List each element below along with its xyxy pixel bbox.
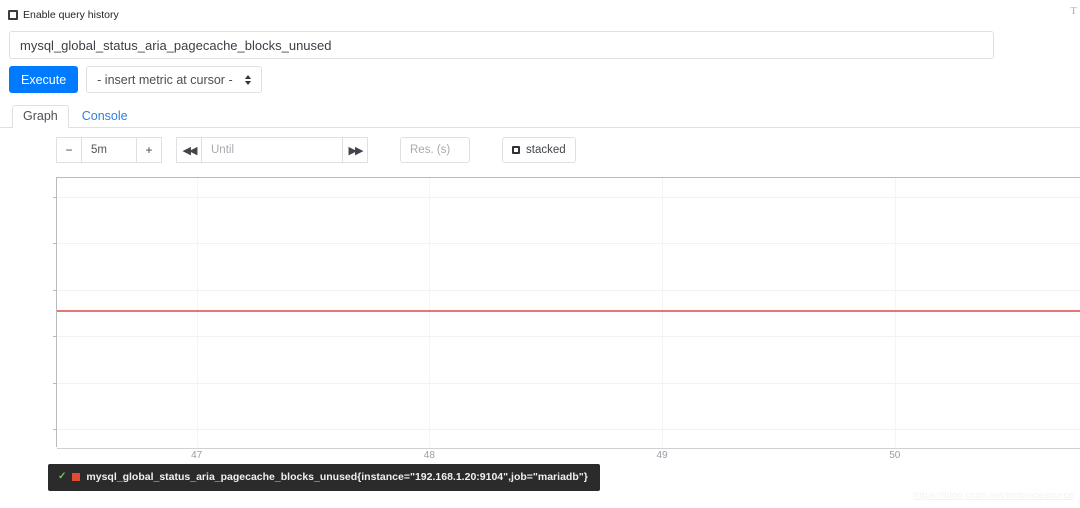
- x-tick-label: 48: [423, 450, 435, 461]
- y-gridline: [57, 382, 1080, 384]
- y-gridline: [57, 196, 1080, 198]
- range-input[interactable]: [82, 137, 136, 163]
- insert-metric-select[interactable]: - insert metric at cursor -: [86, 66, 262, 93]
- corner-mark: T: [1070, 5, 1077, 17]
- chevron-updown-icon: [244, 74, 251, 85]
- x-gridline: [196, 178, 198, 447]
- step-backward-button[interactable]: ◀◀: [176, 137, 202, 163]
- controls-spacer-3: [470, 137, 502, 163]
- stacked-label: stacked: [526, 144, 566, 156]
- double-right-arrow-icon: ▶▶: [348, 144, 364, 157]
- legend-check-icon: ✓: [58, 471, 67, 482]
- double-left-arrow-icon: ◀◀: [182, 144, 198, 157]
- execute-row: Execute - insert metric at cursor -: [9, 66, 262, 93]
- step-forward-button[interactable]: ▶▶: [342, 137, 368, 163]
- y-tick-mark: [53, 196, 57, 198]
- range-group: − +: [56, 137, 162, 163]
- resolution-input[interactable]: [400, 137, 470, 163]
- stacked-toggle[interactable]: stacked: [502, 137, 576, 163]
- execute-button[interactable]: Execute: [9, 66, 79, 93]
- y-gridline: [57, 336, 1080, 338]
- y-gridline: [57, 429, 1080, 431]
- y-tick-mark: [53, 336, 57, 338]
- y-gridline: [57, 243, 1080, 245]
- view-tabs: Graph Console: [0, 104, 1080, 128]
- query-expression-input[interactable]: [9, 31, 994, 59]
- enable-query-history-row[interactable]: Enable query history: [8, 9, 119, 21]
- x-gridline: [894, 178, 896, 447]
- until-input[interactable]: [202, 137, 342, 163]
- x-gridline: [662, 178, 664, 447]
- y-tick-mark: [53, 382, 57, 384]
- series-line: [57, 310, 1080, 313]
- y-tick-mark: [53, 289, 57, 291]
- x-axis-line: [57, 448, 1080, 449]
- prometheus-graph-page: T Enable query history Execute - insert …: [0, 0, 1080, 508]
- watermark: https://blog.csdn.net/embracesource: [913, 490, 1074, 501]
- legend-series-label: mysql_global_status_aria_pagecache_block…: [86, 471, 588, 483]
- y-tick-mark: [53, 429, 57, 431]
- time-group: ◀◀ ▶▶: [176, 137, 368, 163]
- graph-chart: 17k16.5k16k15.5k15k14.5k47484950: [0, 172, 1080, 461]
- x-tick-label: 50: [889, 450, 901, 461]
- x-tick-label: 47: [191, 450, 203, 461]
- enable-query-history-label: Enable query history: [23, 9, 119, 21]
- increase-range-button[interactable]: +: [136, 137, 162, 163]
- insert-metric-select-label: - insert metric at cursor -: [97, 72, 233, 87]
- legend-color-swatch: [72, 473, 81, 481]
- x-tick-label: 49: [656, 450, 668, 461]
- decrease-range-button[interactable]: −: [56, 137, 82, 163]
- chart-legend[interactable]: ✓ mysql_global_status_aria_pagecache_blo…: [48, 464, 600, 491]
- plot-area[interactable]: 17k16.5k16k15.5k15k14.5k47484950: [53, 177, 1080, 461]
- y-tick-mark: [53, 243, 57, 245]
- tab-console[interactable]: Console: [71, 105, 139, 128]
- stacked-checkbox[interactable]: [512, 146, 520, 154]
- graph-controls: − + ◀◀ ▶▶ stacked: [56, 137, 576, 163]
- x-gridline: [429, 178, 431, 447]
- tab-graph[interactable]: Graph: [12, 105, 69, 128]
- controls-spacer-2: [368, 137, 400, 163]
- y-gridline: [57, 289, 1080, 291]
- enable-query-history-checkbox[interactable]: [8, 10, 18, 20]
- controls-spacer-1: [162, 137, 176, 163]
